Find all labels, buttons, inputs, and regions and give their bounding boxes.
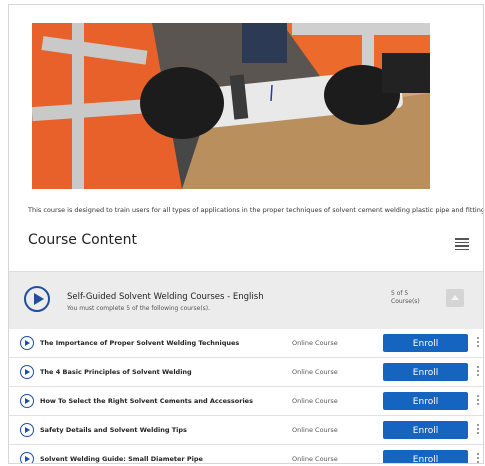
course-row: How To Select the Right Solvent Cements … — [9, 387, 483, 416]
group-subtitle: You must complete 5 of the following cou… — [67, 305, 211, 312]
chevron-up-icon[interactable] — [446, 289, 464, 307]
more-options-icon[interactable] — [476, 337, 480, 351]
play-circle-icon[interactable] — [20, 452, 34, 463]
enroll-button[interactable]: Enroll — [383, 334, 468, 352]
course-page: This course is designed to train users f… — [8, 4, 484, 464]
enroll-button[interactable]: Enroll — [383, 363, 468, 381]
group-progress-count: 5 of 5 Course(s) — [391, 290, 427, 306]
list-menu-icon[interactable] — [455, 238, 469, 250]
more-options-icon[interactable] — [476, 424, 480, 438]
course-type: Online Course — [292, 368, 338, 376]
course-title[interactable]: How To Select the Right Solvent Cements … — [40, 397, 253, 405]
play-circle-icon[interactable] — [20, 423, 34, 437]
more-options-icon[interactable] — [476, 395, 480, 409]
course-type: Online Course — [292, 426, 338, 434]
course-title[interactable]: The Importance of Proper Solvent Welding… — [40, 339, 239, 347]
enroll-button[interactable]: Enroll — [383, 392, 468, 410]
course-description: This course is designed to train users f… — [28, 206, 484, 214]
course-row: The 4 Basic Principles of Solvent Weldin… — [9, 358, 483, 387]
group-title: Self-Guided Solvent Welding Courses - En… — [67, 292, 264, 302]
course-group-header: Self-Guided Solvent Welding Courses - En… — [9, 271, 483, 331]
play-circle-icon[interactable] — [24, 286, 50, 312]
enroll-button[interactable]: Enroll — [383, 421, 468, 439]
play-circle-icon[interactable] — [20, 336, 34, 350]
course-row: The Importance of Proper Solvent Welding… — [9, 329, 483, 358]
group-count-unit: Course(s) — [391, 298, 420, 305]
hero-photo — [32, 23, 430, 189]
course-row: Safety Details and Solvent Welding Tips … — [9, 416, 483, 445]
more-options-icon[interactable] — [476, 366, 480, 380]
course-type: Online Course — [292, 339, 338, 347]
course-title[interactable]: The 4 Basic Principles of Solvent Weldin… — [40, 368, 192, 376]
course-row: Solvent Welding Guide: Small Diameter Pi… — [9, 445, 483, 463]
course-title[interactable]: Solvent Welding Guide: Small Diameter Pi… — [40, 455, 203, 463]
course-type: Online Course — [292, 397, 338, 405]
course-type: Online Course — [292, 455, 338, 463]
more-options-icon[interactable] — [476, 453, 480, 463]
course-content-title: Course Content — [28, 232, 138, 248]
course-list: The Importance of Proper Solvent Welding… — [9, 329, 483, 463]
play-circle-icon[interactable] — [20, 394, 34, 408]
enroll-button[interactable]: Enroll — [383, 450, 468, 463]
course-hero-image — [32, 23, 430, 189]
course-title[interactable]: Safety Details and Solvent Welding Tips — [40, 426, 187, 434]
group-count-value: 5 of 5 — [391, 290, 409, 297]
play-circle-icon[interactable] — [20, 365, 34, 379]
